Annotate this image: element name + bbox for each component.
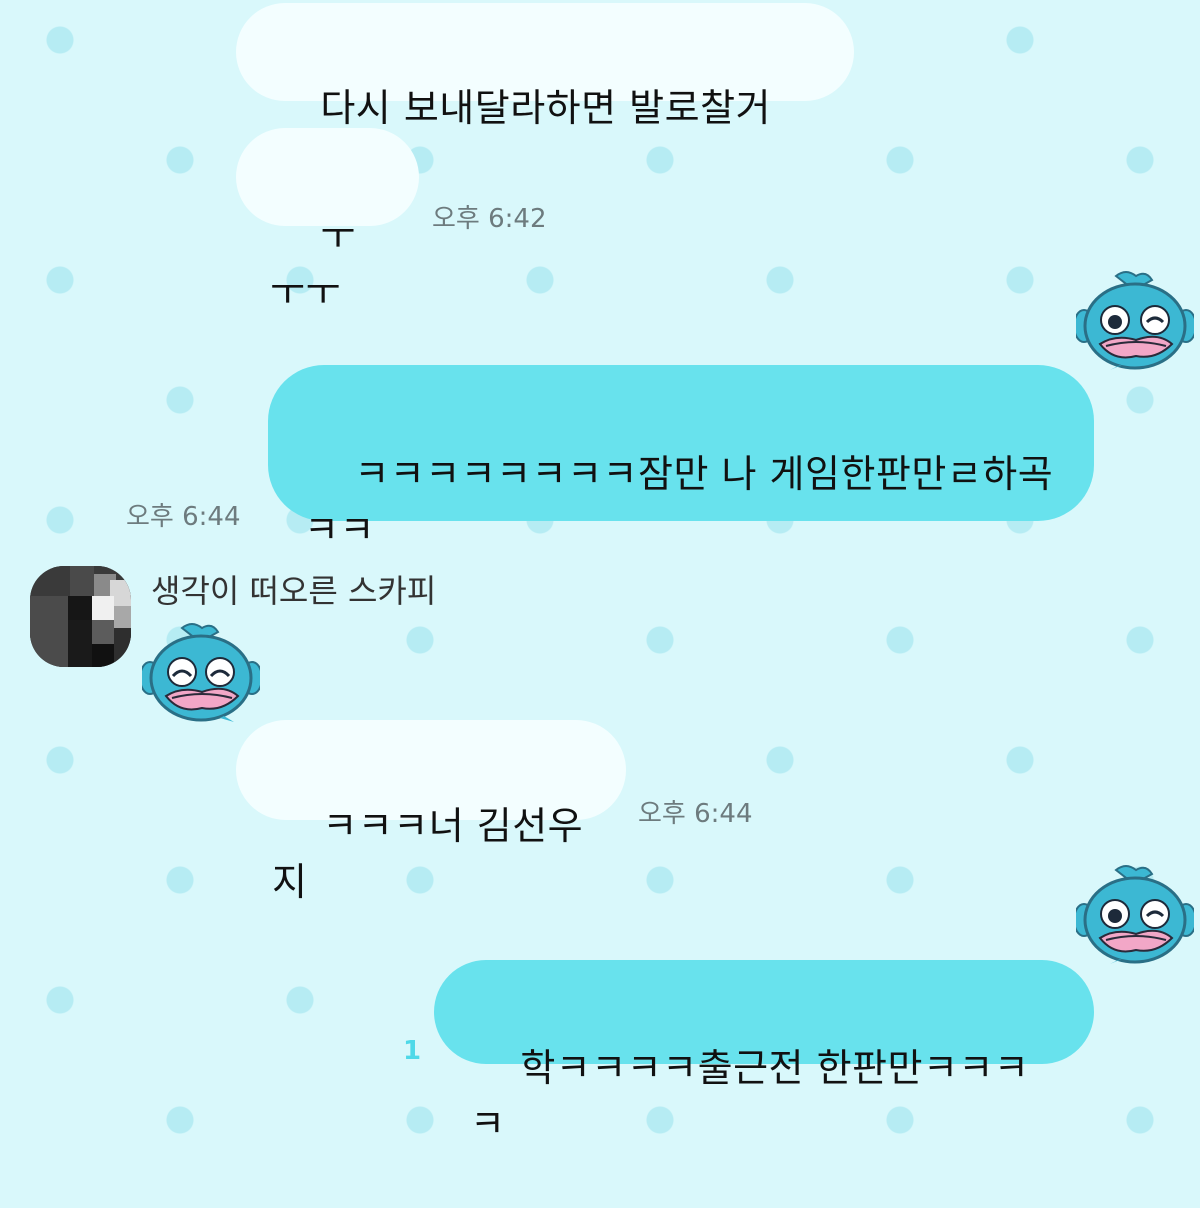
message-bubble-outgoing[interactable]: 학ㅋㅋㅋㅋ출근전 한판만ㅋㅋㅋㅋ	[434, 960, 1094, 1146]
message-timestamp: 오후 6:44	[126, 502, 241, 532]
message-bubble-incoming[interactable]: ㅋㅋㅋ너 김선우지	[236, 720, 626, 904]
message-timestamp: 오후 6:44	[638, 799, 753, 829]
fish-character-sticker	[142, 623, 260, 722]
message-text: ㅜㅜㅜ	[270, 214, 356, 314]
sender-name: 생각이 떠오른 스카피	[151, 572, 437, 610]
message-bubble-incoming[interactable]: 다시 보내달라하면 발로찰거임?	[236, 3, 854, 186]
avatar[interactable]	[30, 566, 131, 667]
message-text: 학ㅋㅋㅋㅋ출근전 한판만ㅋㅋㅋㅋ	[470, 1046, 1030, 1146]
message-timestamp: 오후 6:42	[432, 204, 547, 234]
message-text: ㅋㅋㅋㅋㅋㅋㅋㅋ잠만 나 게임한판만ㄹ하곡 ㅋㅋ	[304, 452, 1054, 552]
chat-area[interactable]: 다시 보내달라하면 발로찰거임? ㅜㅜㅜ 오후 6:42 ㅋㅋㅋㅋㅋㅋㅋㅋ잠만 …	[0, 0, 1200, 1146]
fish-character-sticker	[1076, 271, 1194, 370]
message-bubble-incoming[interactable]: ㅜㅜㅜ	[236, 128, 419, 314]
message-bubble-outgoing[interactable]: ㅋㅋㅋㅋㅋㅋㅋㅋ잠만 나 게임한판만ㄹ하곡 ㅋㅋ	[268, 365, 1094, 552]
fish-character-sticker	[1076, 865, 1194, 964]
unread-count: 1	[403, 1036, 422, 1066]
message-text: ㅋㅋㅋ너 김선우지	[272, 804, 584, 904]
